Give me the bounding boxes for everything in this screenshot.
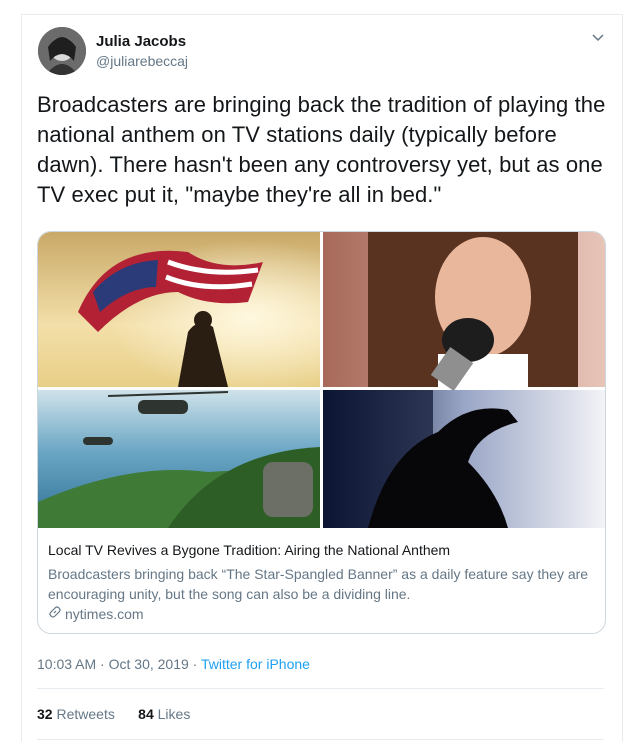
avatar[interactable] (38, 27, 86, 75)
retweets-label: Retweets (56, 706, 115, 722)
retweets-count: 32 (37, 706, 53, 722)
link-card-image-grid[interactable] (38, 232, 605, 528)
tweet-metadata: 10:03 AM · Oct 30, 2019 · Twitter for iP… (37, 656, 310, 672)
tweet-time[interactable]: 10:03 AM (37, 656, 96, 672)
salute-photo (323, 390, 605, 528)
meta-separator: · (192, 656, 198, 672)
link-card-domain-text: nytimes.com (65, 605, 144, 622)
link-card-domain[interactable]: nytimes.com (48, 605, 144, 622)
likes-count: 84 (138, 706, 154, 722)
flag-waving-photo (38, 232, 320, 387)
meta-separator: · (100, 656, 105, 672)
retweets-stat[interactable]: 32 Retweets (37, 706, 119, 722)
author-handle[interactable]: @juliarebeccaj (96, 53, 188, 69)
link-icon (48, 605, 62, 622)
tweet-text: Broadcasters are bringing back the tradi… (37, 92, 606, 207)
divider (37, 739, 604, 740)
link-card-title[interactable]: Local TV Revives a Bygone Tradition: Air… (48, 542, 450, 558)
tweet-stats: 32 Retweets 84 Likes (37, 706, 190, 722)
likes-label: Likes (157, 706, 191, 722)
girl-singing-photo (323, 232, 605, 391)
chevron-down-icon[interactable] (588, 30, 608, 46)
divider (37, 688, 604, 689)
author-name[interactable]: Julia Jacobs (96, 33, 186, 50)
tweet-source-link[interactable]: Twitter for iPhone (201, 656, 310, 672)
likes-stat[interactable]: 84 Likes (138, 706, 190, 722)
link-card[interactable]: Local TV Revives a Bygone Tradition: Air… (37, 231, 606, 634)
helicopters-photo (38, 390, 320, 528)
link-card-description: Broadcasters bringing back “The Star-Spa… (48, 566, 589, 602)
tweet-date[interactable]: Oct 30, 2019 (109, 656, 189, 672)
